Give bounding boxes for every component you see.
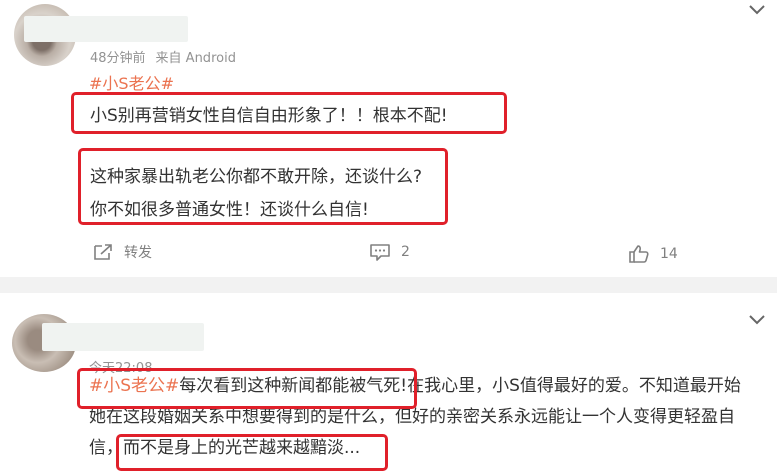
comment-text-line: 小S别再营销女性自信自由形象了！！根本不配! xyxy=(90,106,448,126)
post-time: 48分钟前 xyxy=(90,51,146,66)
topic-link[interactable]: #小S老公# xyxy=(89,70,174,94)
comment-card-2: 今天22:08 #小S老公#每次看到这种新闻都能被气死!在我心里，小S值得最好的… xyxy=(0,293,777,467)
comment-body: #小S老公#每次看到这种新闻都能被气死!在我心里，小S值得最好的爱。不知道最开始… xyxy=(89,371,769,464)
comment-count: 2 xyxy=(401,244,410,260)
comment-text-line: 你不如很多普通女性！还谈什么自信! xyxy=(90,200,369,220)
card-divider xyxy=(0,277,777,293)
comment-text-line: 这种家暴出轨老公你都不敢开除，还谈什么? xyxy=(90,167,423,187)
chevron-down-icon[interactable] xyxy=(748,314,766,326)
comment-text-line: #小S老公#每次看到这种新闻都能被气死!在我心里，小S值得最好的爱。不知道最开始 xyxy=(89,371,769,402)
username-redacted xyxy=(24,16,188,42)
chevron-down-icon[interactable] xyxy=(748,4,766,16)
comment-text: 而不是身上的光芒越来越黯淡... xyxy=(123,438,361,458)
forward-button[interactable]: 转发 xyxy=(92,242,152,262)
comment-text: 信， xyxy=(89,438,123,458)
post-source: 来自 Android xyxy=(155,51,236,66)
comment-text: 每次看到这种新闻都能被气死! xyxy=(179,376,408,396)
comment-button[interactable]: 2 xyxy=(369,242,410,262)
forward-label: 转发 xyxy=(124,245,152,261)
post-meta: 48分钟前 来自 Android xyxy=(90,47,236,66)
comment-icon xyxy=(370,244,390,261)
topic-link[interactable]: #小S老公# xyxy=(89,376,179,396)
comment-text-line: 信，而不是身上的光芒越来越黯淡... xyxy=(89,433,769,464)
comment-card-1: 48分钟前 来自 Android #小S老公# 小S别再营销女性自信自由形象了！！… xyxy=(0,0,777,277)
like-icon xyxy=(629,245,649,263)
comment-text: 在我心里，小S值得最好的爱。不知道最开始 xyxy=(407,376,741,396)
username-redacted xyxy=(42,323,204,351)
like-button[interactable]: 14 xyxy=(628,244,678,264)
comment-text-line: 她在这段婚姻关系中想要得到的是什么，但好的亲密关系永远能让一个人变得更轻盈自 xyxy=(89,407,735,427)
like-count: 14 xyxy=(660,246,678,262)
forward-icon xyxy=(94,244,112,260)
